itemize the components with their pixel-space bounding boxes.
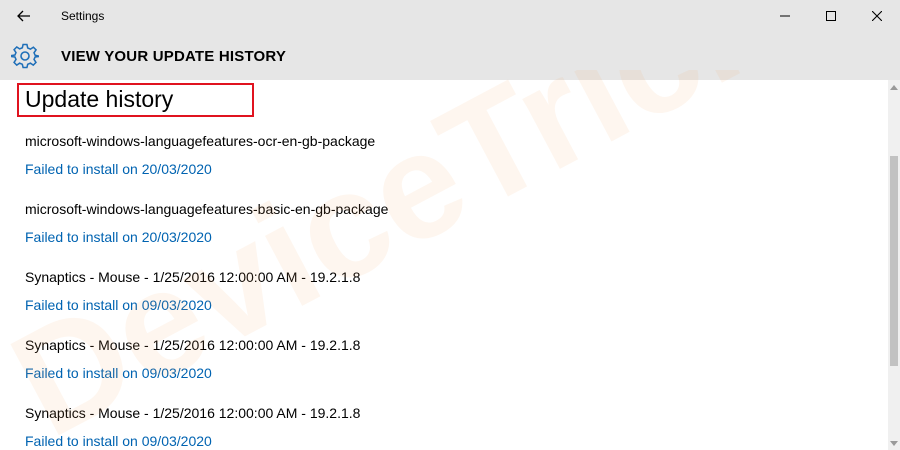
update-status-link[interactable]: Failed to install on 09/03/2020	[25, 365, 212, 381]
back-arrow-icon	[17, 10, 30, 22]
update-status-link[interactable]: Failed to install on 20/03/2020	[25, 161, 212, 177]
close-button[interactable]	[854, 0, 900, 32]
maximize-button[interactable]	[808, 0, 854, 32]
minimize-button[interactable]	[762, 0, 808, 32]
minimize-icon	[780, 15, 790, 17]
close-icon	[872, 11, 882, 21]
update-name: Synaptics - Mouse - 1/25/2016 12:00:00 A…	[25, 337, 361, 353]
back-button[interactable]	[0, 0, 48, 32]
update-status-link[interactable]: Failed to install on 20/03/2020	[25, 229, 212, 245]
update-name: microsoft-windows-languagefeatures-basic…	[25, 201, 389, 217]
scroll-down-arrow-icon	[890, 440, 898, 446]
scroll-up-button[interactable]	[888, 82, 900, 92]
section-heading: Update history	[25, 86, 174, 112]
app-title: Settings	[61, 9, 105, 23]
update-history-content: Update history microsoft-windows-languag…	[0, 80, 888, 450]
update-status-link[interactable]: Failed to install on 09/03/2020	[25, 433, 212, 449]
update-name: Synaptics - Mouse - 1/25/2016 12:00:00 A…	[25, 405, 361, 421]
page-title: VIEW YOUR UPDATE HISTORY	[61, 48, 287, 65]
update-name: Synaptics - Mouse - 1/25/2016 12:00:00 A…	[25, 269, 361, 285]
update-name: microsoft-windows-languagefeatures-ocr-e…	[25, 133, 376, 149]
scroll-down-button[interactable]	[888, 438, 900, 448]
scroll-thumb[interactable]	[890, 156, 898, 366]
scroll-up-arrow-icon	[890, 84, 898, 90]
gear-icon	[11, 43, 39, 69]
title-bar: Settings	[0, 0, 900, 32]
page-header: VIEW YOUR UPDATE HISTORY	[0, 32, 900, 80]
update-status-link[interactable]: Failed to install on 09/03/2020	[25, 297, 212, 313]
maximize-icon	[826, 11, 836, 21]
vertical-scrollbar[interactable]	[888, 80, 900, 450]
